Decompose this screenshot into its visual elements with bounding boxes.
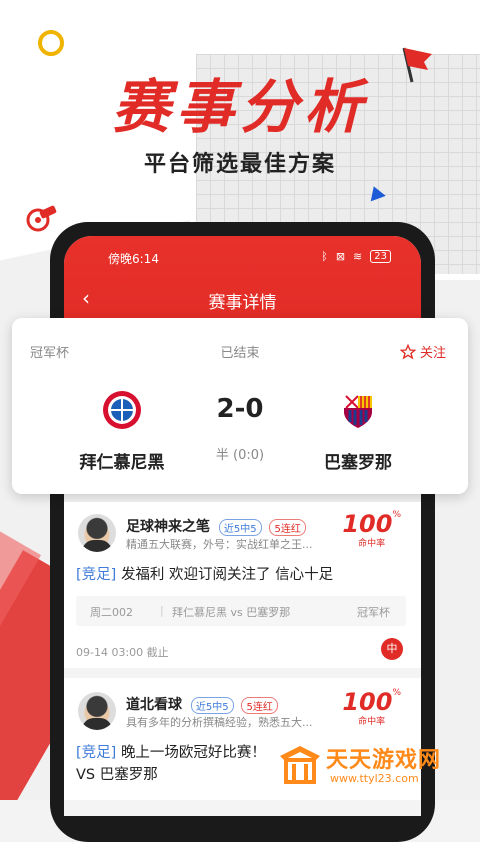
streak-badge: 5连红 xyxy=(241,696,278,714)
recent-record-badge: 近5中5 xyxy=(218,518,262,536)
mute-icon: ⊠ xyxy=(335,250,346,263)
deadline: 09-14 03:00 截止 xyxy=(76,646,169,659)
battery-icon: 23 xyxy=(370,250,391,263)
author-name-text: 道北看球 xyxy=(126,697,182,713)
watermark-logo-icon xyxy=(280,746,320,784)
author-name-text: 足球神来之笔 xyxy=(126,519,210,535)
author-name: 道北看球 近5中5 5连红 xyxy=(126,694,278,714)
hero-subtitle: 平台筛选最佳方案 xyxy=(143,152,336,177)
analysis-post[interactable]: 足球神来之笔 近5中5 5连红 精通五大联赛，外号：实战红单之王... 100%… xyxy=(64,502,421,668)
avatar xyxy=(78,692,116,730)
ring-icon xyxy=(38,30,64,56)
post-content: 发福利 欢迎订阅关注了 信心十足 xyxy=(120,567,334,583)
away-team-name: 巴塞罗那 xyxy=(324,453,392,473)
watermark-title: 天天游戏网 xyxy=(326,748,442,773)
status-icons: ᛒ ⊠ ≋ 23 xyxy=(321,250,391,263)
recent-record-badge: 近5中5 xyxy=(190,696,234,714)
streak-badge: 5连红 xyxy=(269,518,306,536)
author-name: 足球神来之笔 近5中5 5连红 xyxy=(126,516,306,536)
match-code: 周二002 xyxy=(90,606,133,619)
watermark-url: www.ttyl23.com xyxy=(330,772,419,785)
page-title: 赛事详情 xyxy=(208,293,277,313)
whistle-icon xyxy=(26,205,57,232)
post-content: 晚上一场欧冠好比赛！ xyxy=(120,745,266,761)
result-badge: 中 xyxy=(381,638,403,660)
match-league-tag: 冠军杯 xyxy=(357,606,390,619)
match-line[interactable]: 周二002 | 拜仁慕尼黑 vs 巴塞罗那 冠军杯 xyxy=(76,596,406,626)
match-card[interactable]: 冠军杯 已结束 关注 拜仁慕尼黑 2-0 半 (0:0) 巴塞罗那 xyxy=(12,318,468,494)
post-text: [竞足] 发福利 欢迎订阅关注了 信心十足 xyxy=(76,564,406,586)
hit-rate-value: 100 xyxy=(342,510,393,538)
away-team[interactable]: 巴塞罗那 xyxy=(288,390,428,473)
hit-rate: 100% 命中率 xyxy=(342,510,401,549)
post-kind: [竞足] xyxy=(76,745,117,761)
match-teams: 拜仁慕尼黑 vs 巴塞罗那 xyxy=(172,606,291,619)
author-desc: 具有多年的分析撰稿经验，熟悉五大... xyxy=(126,716,313,729)
hit-rate-unit: % xyxy=(392,510,401,520)
bluetooth-icon: ᛒ xyxy=(321,250,328,263)
hit-rate: 100% 命中率 xyxy=(342,688,401,727)
star-icon xyxy=(399,343,416,359)
post-kind: [竞足] xyxy=(76,567,117,583)
avatar xyxy=(78,514,116,552)
post-content-line2: VS 巴塞罗那 xyxy=(76,767,158,783)
watermark: 天天游戏网 www.ttyl23.com xyxy=(276,738,472,794)
wifi-icon: ≋ xyxy=(353,250,363,263)
hit-rate-unit: % xyxy=(392,688,401,698)
follow-label: 关注 xyxy=(419,346,446,361)
divider: | xyxy=(160,604,164,617)
hit-rate-value: 100 xyxy=(342,688,393,716)
barcelona-logo-icon xyxy=(344,395,372,428)
hero-title: 赛事分析 xyxy=(111,73,368,141)
author-desc: 精通五大联赛，外号：实战红单之王... xyxy=(126,538,313,551)
follow-button[interactable]: 关注 xyxy=(399,342,446,361)
status-time: 傍晚6:14 xyxy=(108,252,159,266)
